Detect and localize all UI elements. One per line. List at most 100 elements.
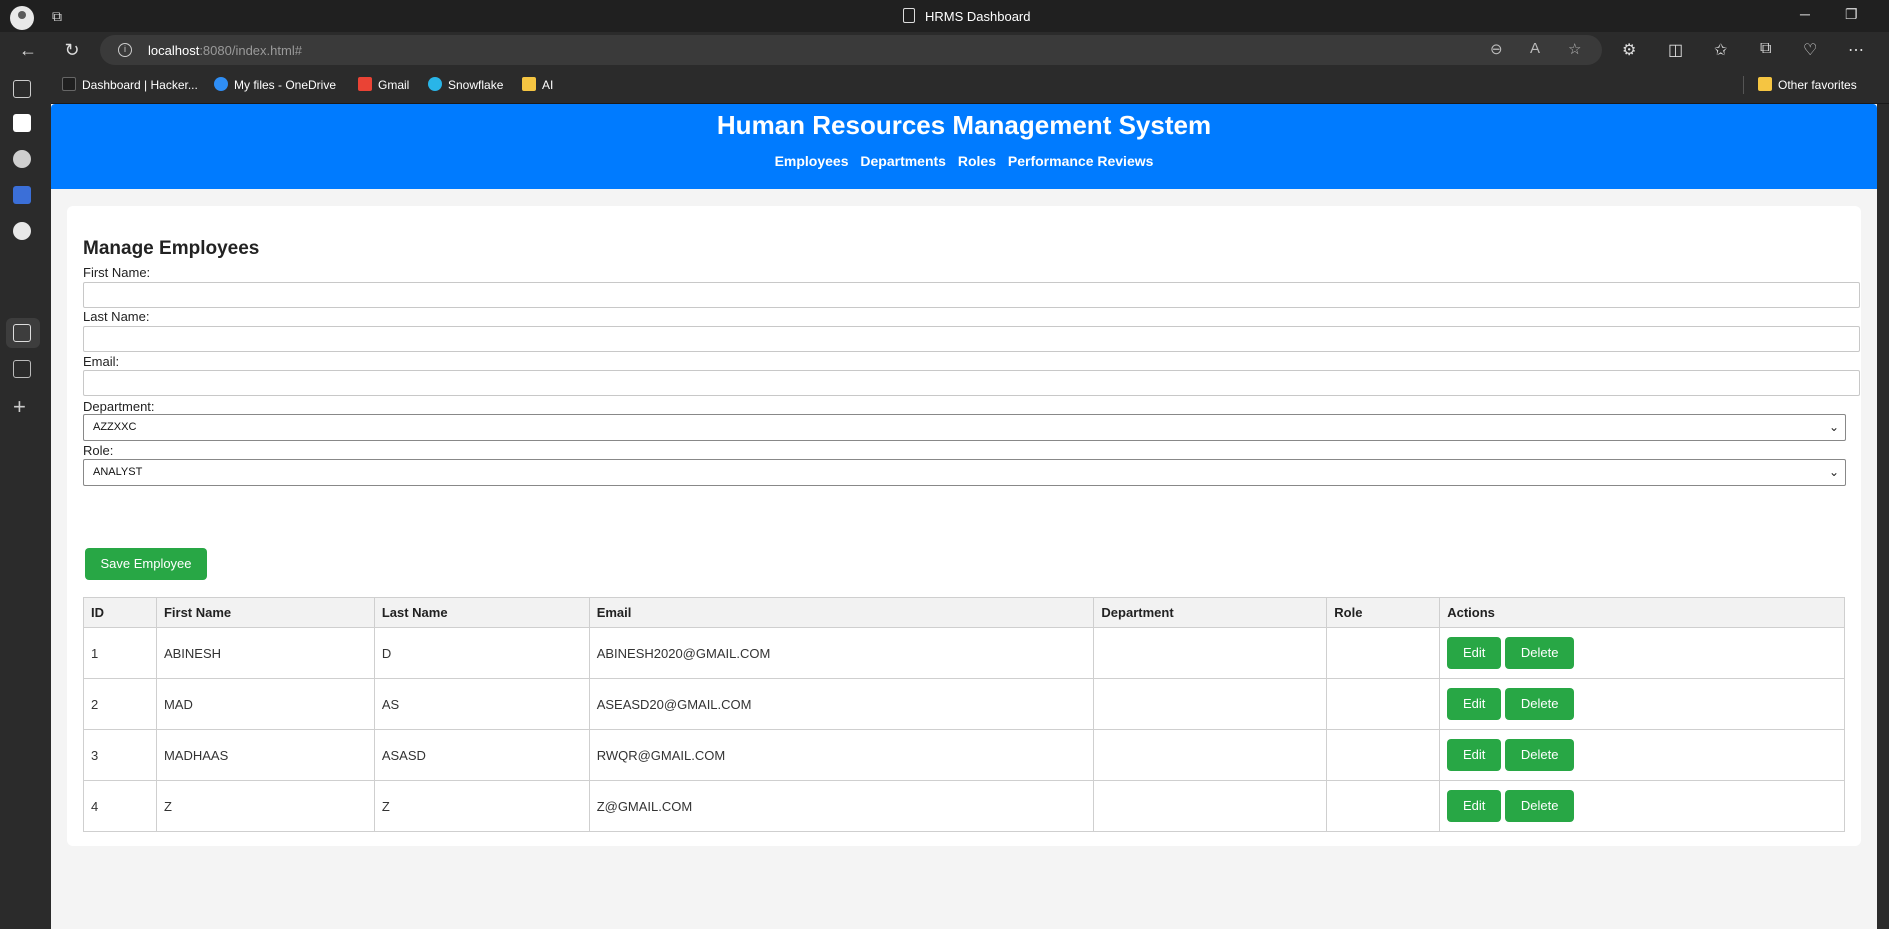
nav-performance-reviews[interactable]: Performance Reviews	[1008, 153, 1154, 169]
split-screen-icon[interactable]: ◫	[1668, 40, 1683, 60]
role-select[interactable]: ANALYST ⌄	[83, 459, 1846, 486]
tab-app-icon[interactable]	[13, 186, 31, 204]
cell-actions: Edit Delete	[1439, 729, 1845, 781]
back-icon[interactable]: ←	[16, 38, 40, 62]
department-label: Department:	[83, 399, 155, 414]
edit-button[interactable]: Edit	[1447, 739, 1502, 771]
favorites-divider	[1743, 76, 1744, 94]
favorites-icon[interactable]: ✩	[1714, 40, 1727, 60]
nav-employees[interactable]: Employees	[775, 153, 849, 169]
profile-avatar-icon[interactable]	[10, 6, 34, 30]
cell-last-name: Z	[373, 780, 590, 832]
delete-button[interactable]: Delete	[1505, 739, 1575, 771]
edit-button[interactable]: Edit	[1447, 790, 1502, 822]
cell-department	[1093, 678, 1328, 730]
table-row: 1 ABINESH D ABINESH2020@GMAIL.COM Edit De…	[83, 627, 1845, 679]
tab-p-app-icon[interactable]	[13, 114, 31, 132]
collections-icon[interactable]: ⧉	[1760, 40, 1771, 58]
read-aloud-icon[interactable]: A	[1530, 40, 1540, 57]
url-text: localhost:8080/index.html#	[148, 43, 302, 58]
table-row: 3 MADHAAS ASASD RWQR@GMAIL.COM Edit Delet…	[83, 729, 1845, 781]
restore-icon[interactable]: ❐	[1845, 6, 1858, 23]
cell-last-name: ASASD	[373, 729, 590, 781]
window-title: HRMS Dashboard	[925, 9, 1031, 24]
department-select[interactable]: AZZXXC ⌄	[83, 414, 1846, 441]
browser-title-bar: ⧉ HRMS Dashboard ─ ❐	[0, 0, 1889, 32]
cell-first-name: ABINESH	[155, 627, 375, 679]
page-icon	[903, 8, 915, 23]
favorite-snowflake[interactable]: Snowflake	[428, 77, 503, 92]
cell-email: ASEASD20@GMAIL.COM	[588, 678, 1095, 730]
section-heading: Manage Employees	[83, 238, 260, 259]
minimize-icon[interactable]: ─	[1800, 6, 1810, 22]
favorite-onedrive[interactable]: My files - OneDrive	[214, 77, 336, 92]
page-scrollbar[interactable]	[1877, 104, 1889, 929]
page-viewport: Human Resources Management System Employ…	[51, 104, 1889, 929]
email-input[interactable]	[83, 370, 1860, 396]
role-selected-value: ANALYST	[93, 466, 143, 478]
cell-id: 2	[83, 678, 157, 730]
favorite-gmail[interactable]: Gmail	[358, 77, 409, 92]
edit-button[interactable]: Edit	[1447, 688, 1502, 720]
cell-actions: Edit Delete	[1439, 627, 1845, 679]
save-employee-button[interactable]: Save Employee	[85, 548, 207, 580]
email-label: Email:	[83, 354, 120, 369]
new-tab-plus-icon[interactable]: +	[13, 394, 26, 420]
favorite-ai-folder[interactable]: AI	[522, 77, 553, 92]
tab-github-icon[interactable]	[13, 222, 31, 240]
favorite-label: My files - OneDrive	[234, 78, 337, 92]
last-name-input[interactable]	[83, 326, 1860, 352]
cell-last-name: D	[373, 627, 590, 679]
address-bar[interactable]: i localhost:8080/index.html# ⊖ A ☆	[100, 35, 1602, 65]
delete-button[interactable]: Delete	[1505, 637, 1575, 669]
browser-essentials-icon[interactable]: ♡	[1803, 40, 1817, 60]
cell-department	[1093, 729, 1328, 781]
table-row: 2 MAD AS ASEASD20@GMAIL.COM Edit Delete	[83, 678, 1845, 730]
cell-actions: Edit Delete	[1439, 678, 1845, 730]
folder-icon	[1758, 77, 1772, 91]
onedrive-icon	[214, 77, 228, 91]
delete-button[interactable]: Delete	[1505, 790, 1575, 822]
employee-table: ID First Name Last Name Email Department…	[83, 597, 1845, 832]
tab-hrms-page-icon[interactable]	[13, 324, 31, 342]
favorite-label: Dashboard | Hacker...	[82, 78, 198, 92]
cell-email: RWQR@GMAIL.COM	[588, 729, 1095, 781]
column-header: First Name	[155, 597, 375, 628]
workspaces-icon[interactable]: ⧉	[52, 8, 70, 24]
refresh-icon[interactable]: ↻	[60, 38, 84, 62]
tab-chatgpt-icon[interactable]	[13, 150, 31, 168]
tab-actions-icon[interactable]	[13, 80, 31, 98]
department-selected-value: AZZXXC	[93, 421, 137, 433]
favorite-label: Gmail	[378, 78, 410, 92]
first-name-input[interactable]	[83, 282, 1860, 308]
folder-icon	[522, 77, 536, 91]
url-path: :8080/index.html#	[199, 43, 302, 58]
favorite-dashboard-hacker[interactable]: Dashboard | Hacker...	[62, 77, 198, 92]
cell-department	[1093, 627, 1328, 679]
employee-card: Manage Employees First Name: Last Name: …	[67, 206, 1861, 846]
first-name-label: First Name:	[83, 265, 151, 280]
favorites-bar: Dashboard | Hacker... My files - OneDriv…	[0, 68, 1889, 104]
cell-last-name: AS	[373, 678, 590, 730]
cell-department	[1093, 780, 1328, 832]
more-menu-icon[interactable]: ⋯	[1848, 40, 1864, 60]
table-header-row: ID First Name Last Name Email Department…	[83, 597, 1845, 628]
nav-roles[interactable]: Roles	[958, 153, 996, 169]
other-favorites[interactable]: Other favorites	[1758, 77, 1857, 92]
column-header: ID	[83, 597, 157, 628]
main-nav: Employees Departments Roles Performance …	[51, 153, 1877, 169]
tab-doc-icon[interactable]	[13, 360, 31, 378]
nav-departments[interactable]: Departments	[860, 153, 946, 169]
favorite-star-icon[interactable]: ☆	[1568, 40, 1581, 58]
site-info-icon[interactable]: i	[118, 43, 132, 57]
edit-button[interactable]: Edit	[1447, 637, 1502, 669]
cell-id: 4	[83, 780, 157, 832]
extensions-icon[interactable]: ⚙	[1622, 40, 1636, 60]
delete-button[interactable]: Delete	[1505, 688, 1575, 720]
role-label: Role:	[83, 443, 114, 458]
cell-role	[1326, 678, 1441, 730]
column-header: Department	[1093, 597, 1328, 628]
zoom-out-icon[interactable]: ⊖	[1490, 40, 1503, 58]
cell-first-name: Z	[155, 780, 375, 832]
browser-toolbar: ← ↻ i localhost:8080/index.html# ⊖ A ☆ ⚙…	[0, 32, 1889, 68]
